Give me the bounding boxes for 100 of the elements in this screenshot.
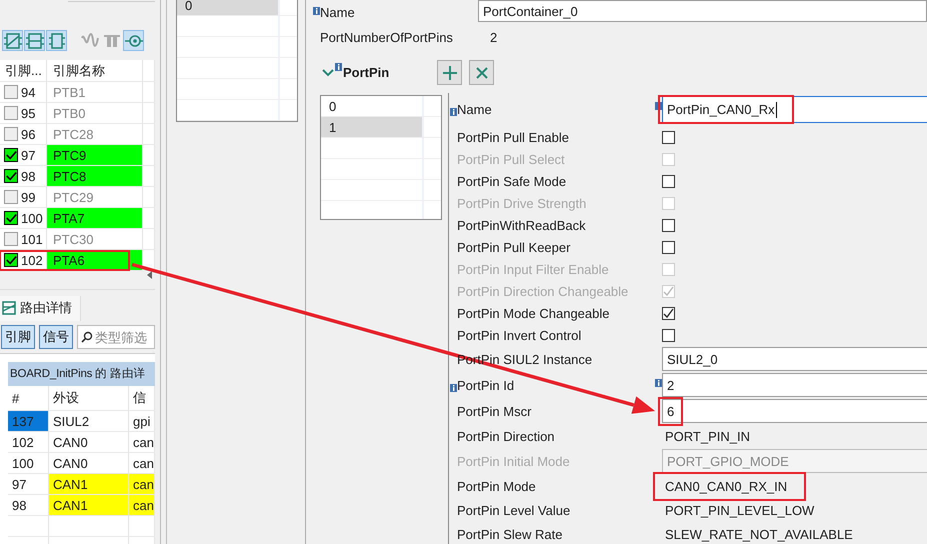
check-icon [5,211,17,225]
field-label: PortNumberOfPortPins [319,30,454,44]
pin-name: PTC29 [47,187,143,207]
checkbox[interactable] [4,148,18,162]
column-header[interactable]: 外设 [49,386,129,410]
checkbox[interactable] [4,85,18,99]
routing-icon [2,301,16,315]
field-label: Name [457,102,492,117]
section-title: PortPin [343,65,390,80]
field-value: CAN0_CAN0_RX_IN [664,478,788,494]
pin-number: 102 [21,252,43,268]
table-cell: CAN0 [49,453,129,473]
toolbar-button[interactable] [2,30,23,51]
checkbox[interactable] [662,306,675,320]
add-button[interactable] [437,60,462,85]
search-field[interactable]: 类型筛选 [77,325,155,349]
pin-number: 95 [21,106,36,120]
chip-icon [26,32,44,50]
checkbox[interactable] [4,211,18,225]
checkbox[interactable] [662,328,675,342]
table-cell[interactable]: 137 [8,411,49,431]
check-icon [5,148,17,162]
chip-icon [48,32,66,50]
pin-number: 94 [21,84,36,100]
table-title: BOARD_InitPins 的 路由详 [8,362,155,386]
chip-icon [4,32,22,50]
filter-button[interactable]: 引脚 [1,325,35,349]
field-label: PortPin Initial Mode [457,454,570,468]
table-cell[interactable]: 102 [8,432,49,452]
checkbox[interactable] [4,253,18,267]
pin-number: 96 [21,126,36,142]
table-cell: can [129,495,155,515]
text-field[interactable]: 2 [662,373,927,397]
field-label: PortPin Mscr [457,404,532,418]
field-label: Name [320,5,355,20]
text-field[interactable]: PortPin_CAN0_Rx [662,96,927,123]
pin-name: PTC8 [47,166,143,186]
check-icon [663,308,674,318]
list-item[interactable]: 1 [321,117,422,137]
info-icon [335,63,342,71]
field-label: PortPin Invert Control [457,328,582,342]
field-label: PortPin Direction [457,428,555,444]
delete-button[interactable] [469,60,494,85]
pin-number: 98 [21,168,36,184]
field-label: PortPin Direction Changeable [457,284,628,298]
field-label: PortPin Safe Mode [457,174,566,188]
checkbox[interactable] [662,130,675,144]
toolbar-button[interactable] [24,30,45,51]
check-icon [5,169,17,183]
table-cell: CAN1 [49,495,129,515]
field-label: PortPinWithReadBack [457,218,586,232]
pin-name: PTC28 [47,124,143,144]
tab[interactable]: 路由详情 [0,296,81,321]
table-cell[interactable]: 100 [8,453,49,473]
table-cell: CAN1 [49,474,129,494]
text-field[interactable]: SIUL2_0 [662,347,927,371]
pin-number: 100 [21,210,43,226]
field-label: PortPin Level Value [457,502,570,518]
table-cell: can [129,474,155,494]
info-icon [313,7,320,15]
wave-icon [80,32,98,50]
table-cell: CAN0 [49,432,129,452]
plus-icon [442,66,456,80]
field-label: PortPin Pull Enable [457,130,570,144]
filter-button[interactable]: 信号 [39,325,73,349]
field-label: PortPin Id [457,378,514,392]
column-header[interactable]: 引脚... [0,60,47,81]
checkbox[interactable] [4,127,18,141]
column-header[interactable]: # [8,386,49,410]
checkbox[interactable] [662,174,675,188]
toolbar-button[interactable] [123,30,144,51]
checkbox[interactable] [4,232,18,246]
checkbox[interactable] [4,169,18,183]
toolbar-button[interactable] [46,30,67,51]
field-label: PortPin Pull Select [457,152,565,166]
field-value: PORT_PIN_IN [664,428,750,444]
checkbox[interactable] [662,240,675,254]
text-field[interactable]: PortContainer_0 [478,0,927,22]
list-item[interactable]: 0 [321,96,422,116]
pin-number: 97 [21,148,36,162]
field-value: SLEW_RATE_NOT_AVAILABLE [664,526,853,542]
field-value: PORT_PIN_LEVEL_LOW [664,502,814,518]
field-label: PortPin Mode Changeable [457,306,610,320]
checkbox[interactable] [4,106,18,120]
scroll-left-icon [147,271,153,279]
field-label: PortPin Mode [457,478,536,494]
checkbox[interactable] [4,190,18,204]
text-field[interactable]: 6 [662,399,927,423]
list-item[interactable]: 0 [177,0,278,15]
checkbox[interactable] [662,218,675,232]
search-icon [81,331,93,343]
pin-name: PTB1 [47,82,143,102]
pin-number: 101 [21,232,43,246]
pin-name: PTC30 [47,229,143,249]
pin-number: 99 [21,190,36,204]
chevron-down-icon[interactable] [322,68,334,76]
field-label: PortPin Pull Keeper [457,240,570,254]
column-header[interactable]: 引脚名称 [47,60,143,81]
pin-name: PTA7 [47,208,143,228]
check-icon [5,253,17,267]
